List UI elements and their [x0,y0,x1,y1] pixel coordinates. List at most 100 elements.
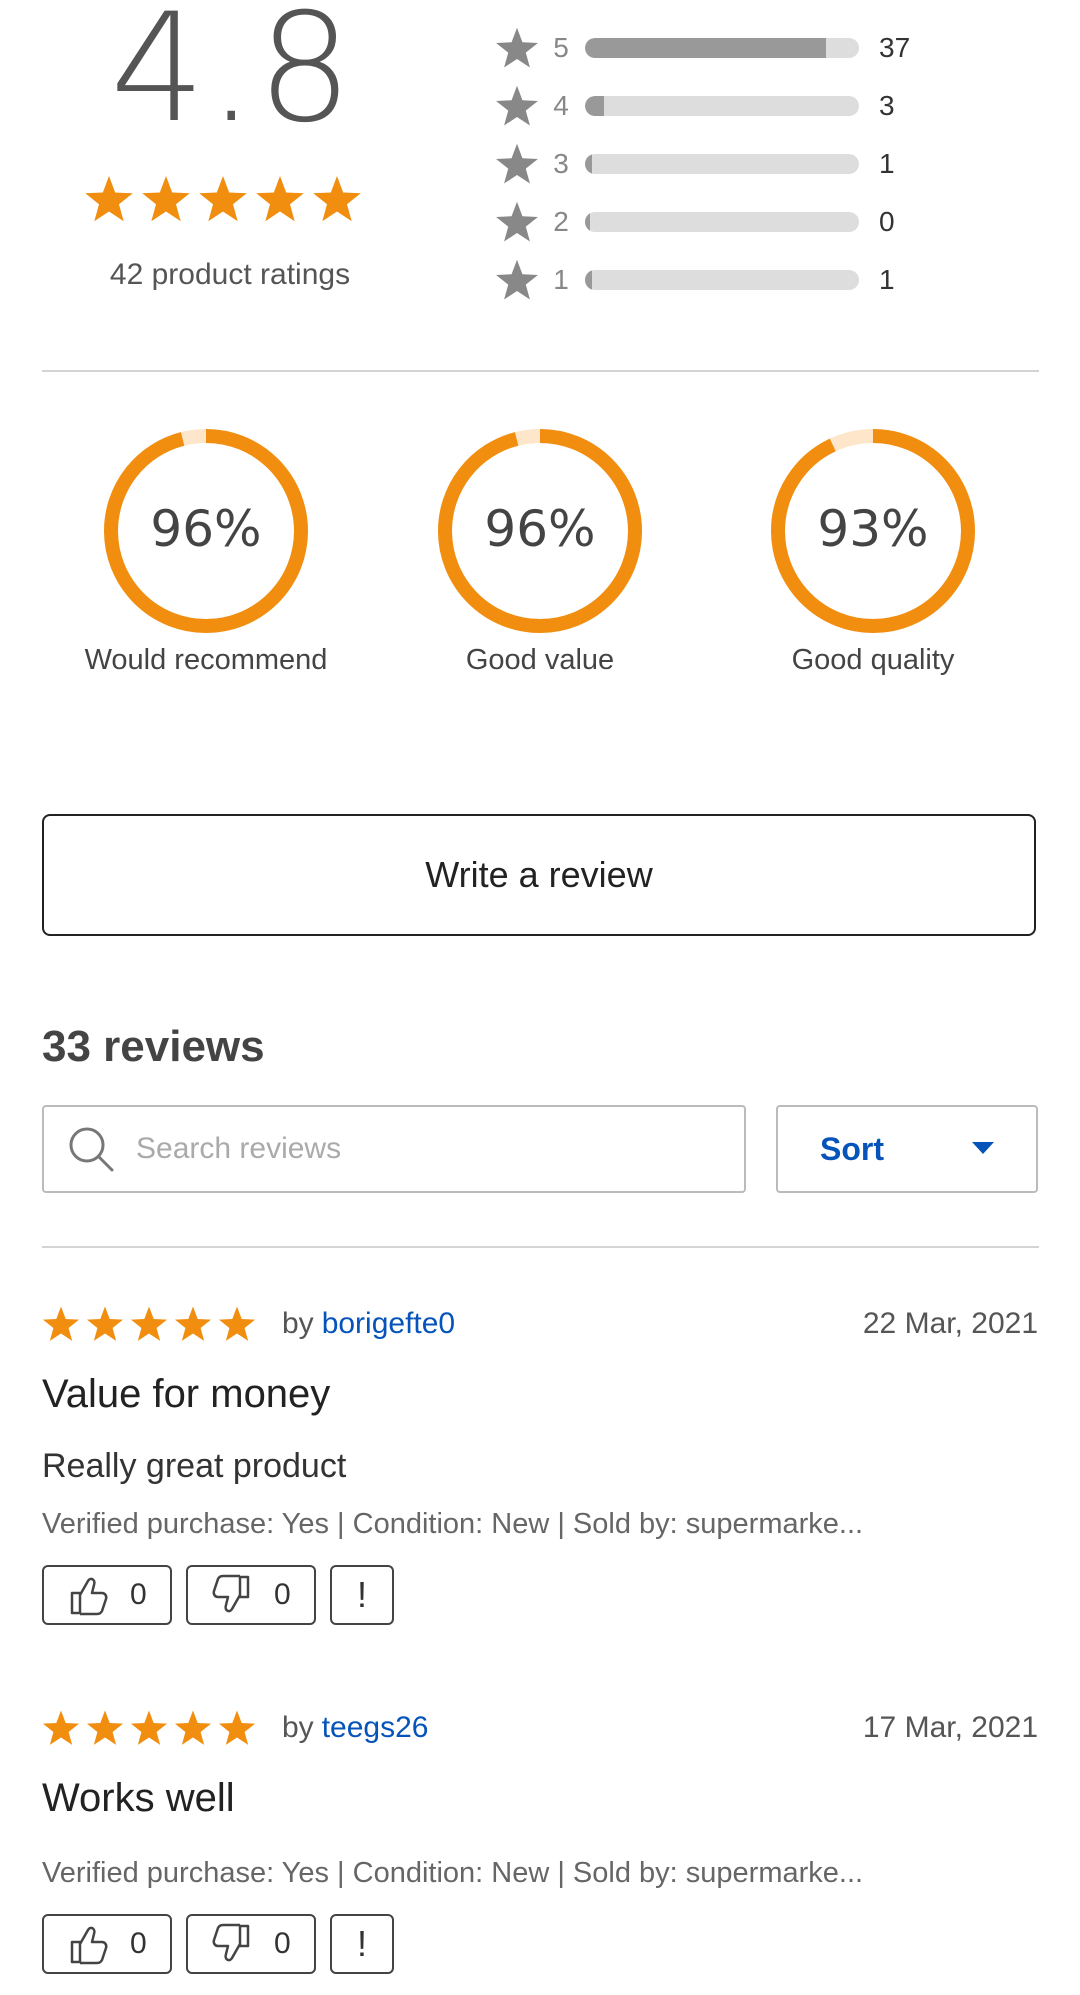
rating-bar-fill [585,96,605,116]
review-date: 22 Mar, 2021 [862,1307,1038,1340]
review-meta: Verified purchase: Yes | Condition: New … [42,1857,864,1889]
caret-down-icon [972,1142,994,1156]
rating-bar [585,38,859,58]
star-level: 4 [553,90,569,121]
star-icon [495,142,539,186]
metric-label: Would recommend [84,644,328,676]
divider [42,370,1039,372]
star-icon [130,1305,168,1343]
write-review-button[interactable]: Write a review [42,814,1036,936]
star-icon [174,1709,212,1747]
rating-bar-row[interactable]: 43 [495,84,935,128]
rating-bar-row[interactable]: 31 [495,142,935,186]
rating-bar-row[interactable]: 20 [495,200,935,244]
vote-row: 0 0! [42,1565,1038,1625]
metric-label: Good quality [791,644,955,676]
helpful-count: 0 [130,1927,147,1960]
star-level: 2 [553,206,569,237]
star-icon [42,1709,80,1747]
star-level: 1 [553,264,569,295]
review-date: 17 Mar, 2021 [862,1711,1038,1744]
review-header: by borigefte0 22 Mar, 2021 [42,1302,1038,1346]
unhelpful-button[interactable]: 0 [186,1914,316,1974]
rating-count: 1 [879,264,895,295]
review-meta: Verified purchase: Yes | Condition: New … [42,1508,864,1540]
metric-value: 96% [150,500,261,558]
report-icon: ! [356,1923,367,1964]
review-header: by teegs26 17 Mar, 2021 [42,1706,1038,1750]
report-button[interactable]: ! [330,1565,394,1625]
star-icon [312,174,362,224]
helpful-button[interactable]: 0 [42,1914,172,1974]
star-icon [495,26,539,70]
star-level: 5 [553,32,569,63]
star-icon [495,258,539,302]
review-author: by borigefte0 [282,1307,455,1341]
rating-bar [585,212,859,232]
review-item: by teegs26 17 Mar, 2021 Works well Verified … [42,1706,1038,1974]
star-icon [174,1305,212,1343]
rating-bar [585,154,859,174]
star-icon [86,1305,124,1343]
rating-count: 1 [879,148,895,179]
rating-count: 0 [879,206,895,237]
search-reviews-box [42,1105,746,1193]
reviewer-link[interactable]: borigefte0 [322,1307,455,1340]
by-prefix: by [282,1711,314,1744]
sort-dropdown[interactable]: Sort [776,1105,1038,1193]
metric-value: 93% [817,500,928,558]
report-icon: ! [356,1574,367,1615]
rating-count: 3 [879,90,895,121]
star-icon [86,1709,124,1747]
thumbs-up-icon [66,1922,110,1966]
star-icon [218,1709,256,1747]
rating-bar-fill [585,212,591,232]
review-author: by teegs26 [282,1711,428,1745]
average-stars [84,174,369,224]
helpful-button[interactable]: 0 [42,1565,172,1625]
helpful-count: 0 [130,1578,147,1611]
search-icon [66,1124,116,1174]
rating-bar-fill [585,270,592,290]
star-level: 3 [553,148,569,179]
metric-value: 96% [484,500,595,558]
rating-bar-row[interactable]: 5 37 [495,26,935,70]
review-stars [42,1709,262,1747]
reviews-count-heading: 33 reviews [42,1022,265,1071]
star-icon [141,174,191,224]
ratings-count: 42 product ratings [109,258,351,291]
reviewer-link[interactable]: teegs26 [322,1711,429,1744]
unhelpful-button[interactable]: 0 [186,1565,316,1625]
metric-good-quality: 93% Good quality [723,426,1023,677]
report-button[interactable]: ! [330,1914,394,1974]
review-body: Really great product [42,1447,347,1485]
divider [42,1246,1039,1248]
rating-count: 37 [879,32,911,63]
thumbs-down-icon [210,1573,254,1617]
star-icon [495,200,539,244]
metric-label: Good value [465,644,615,676]
unhelpful-count: 0 [274,1578,291,1611]
review-title: Works well [42,1776,235,1820]
star-icon [255,174,305,224]
progress-ring: 93% [771,429,975,633]
thumbs-down-icon [210,1922,254,1966]
review-title: Value for money [42,1372,331,1416]
sort-label: Sort [820,1130,884,1167]
metric-would-recommend: 96% Would recommend [56,426,356,677]
review-item: by borigefte0 22 Mar, 2021 Value for money R… [42,1302,1038,1625]
rating-bar [585,270,859,290]
review-stars [42,1305,262,1343]
unhelpful-count: 0 [274,1927,291,1960]
search-reviews-input[interactable] [134,1131,698,1167]
rating-bar [585,96,859,116]
progress-ring: 96% [104,429,308,633]
star-icon [495,84,539,128]
vote-row: 0 0! [42,1914,1038,1974]
star-icon [198,174,248,224]
star-icon [218,1305,256,1343]
star-icon [42,1305,80,1343]
thumbs-up-icon [66,1573,110,1617]
rating-bar-row[interactable]: 11 [495,258,935,302]
progress-ring: 96% [438,429,642,633]
